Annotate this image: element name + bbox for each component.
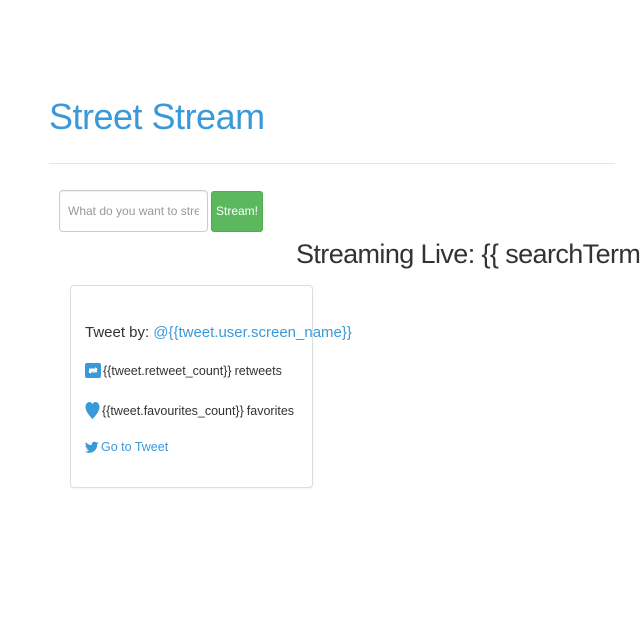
tweet-by-label: Tweet by: — [85, 324, 150, 341]
stream-search-input[interactable] — [59, 190, 208, 232]
retweet-count: {{tweet.retweet_count}} — [103, 363, 232, 378]
twitter-bird-icon — [85, 441, 99, 454]
retweet-icon — [85, 363, 101, 378]
author-screen-name-link[interactable]: @{{tweet.user.screen_name}} — [153, 324, 352, 341]
heart-icon — [85, 401, 100, 420]
stream-button[interactable]: Stream! — [211, 190, 263, 232]
page: Street Stream Stream! Streaming Live: {{… — [0, 0, 640, 640]
favorites-label: favorites — [246, 403, 295, 418]
retweet-count-row: {{tweet.retweet_count}} retweets — [85, 363, 282, 378]
app-title: Street Stream — [49, 96, 265, 137]
go-to-tweet-link[interactable]: Go to Tweet — [101, 440, 168, 454]
header-divider — [49, 163, 615, 164]
favorite-count-row: {{tweet.favourites_count}} favorites — [85, 401, 294, 420]
streaming-live-heading: Streaming Live: {{ searchTerm }} — [296, 239, 640, 269]
favourites-count: {{tweet.favourites_count}} — [102, 403, 244, 418]
retweets-label: retweets — [234, 363, 282, 378]
stream-form: Stream! — [59, 190, 263, 232]
tweet-author-row: Tweet by: @{{tweet.user.screen_name}} — [85, 324, 352, 341]
tweet-card: Tweet by: @{{tweet.user.screen_name}} {{… — [70, 285, 352, 488]
go-to-tweet-row: Go to Tweet — [85, 440, 168, 454]
